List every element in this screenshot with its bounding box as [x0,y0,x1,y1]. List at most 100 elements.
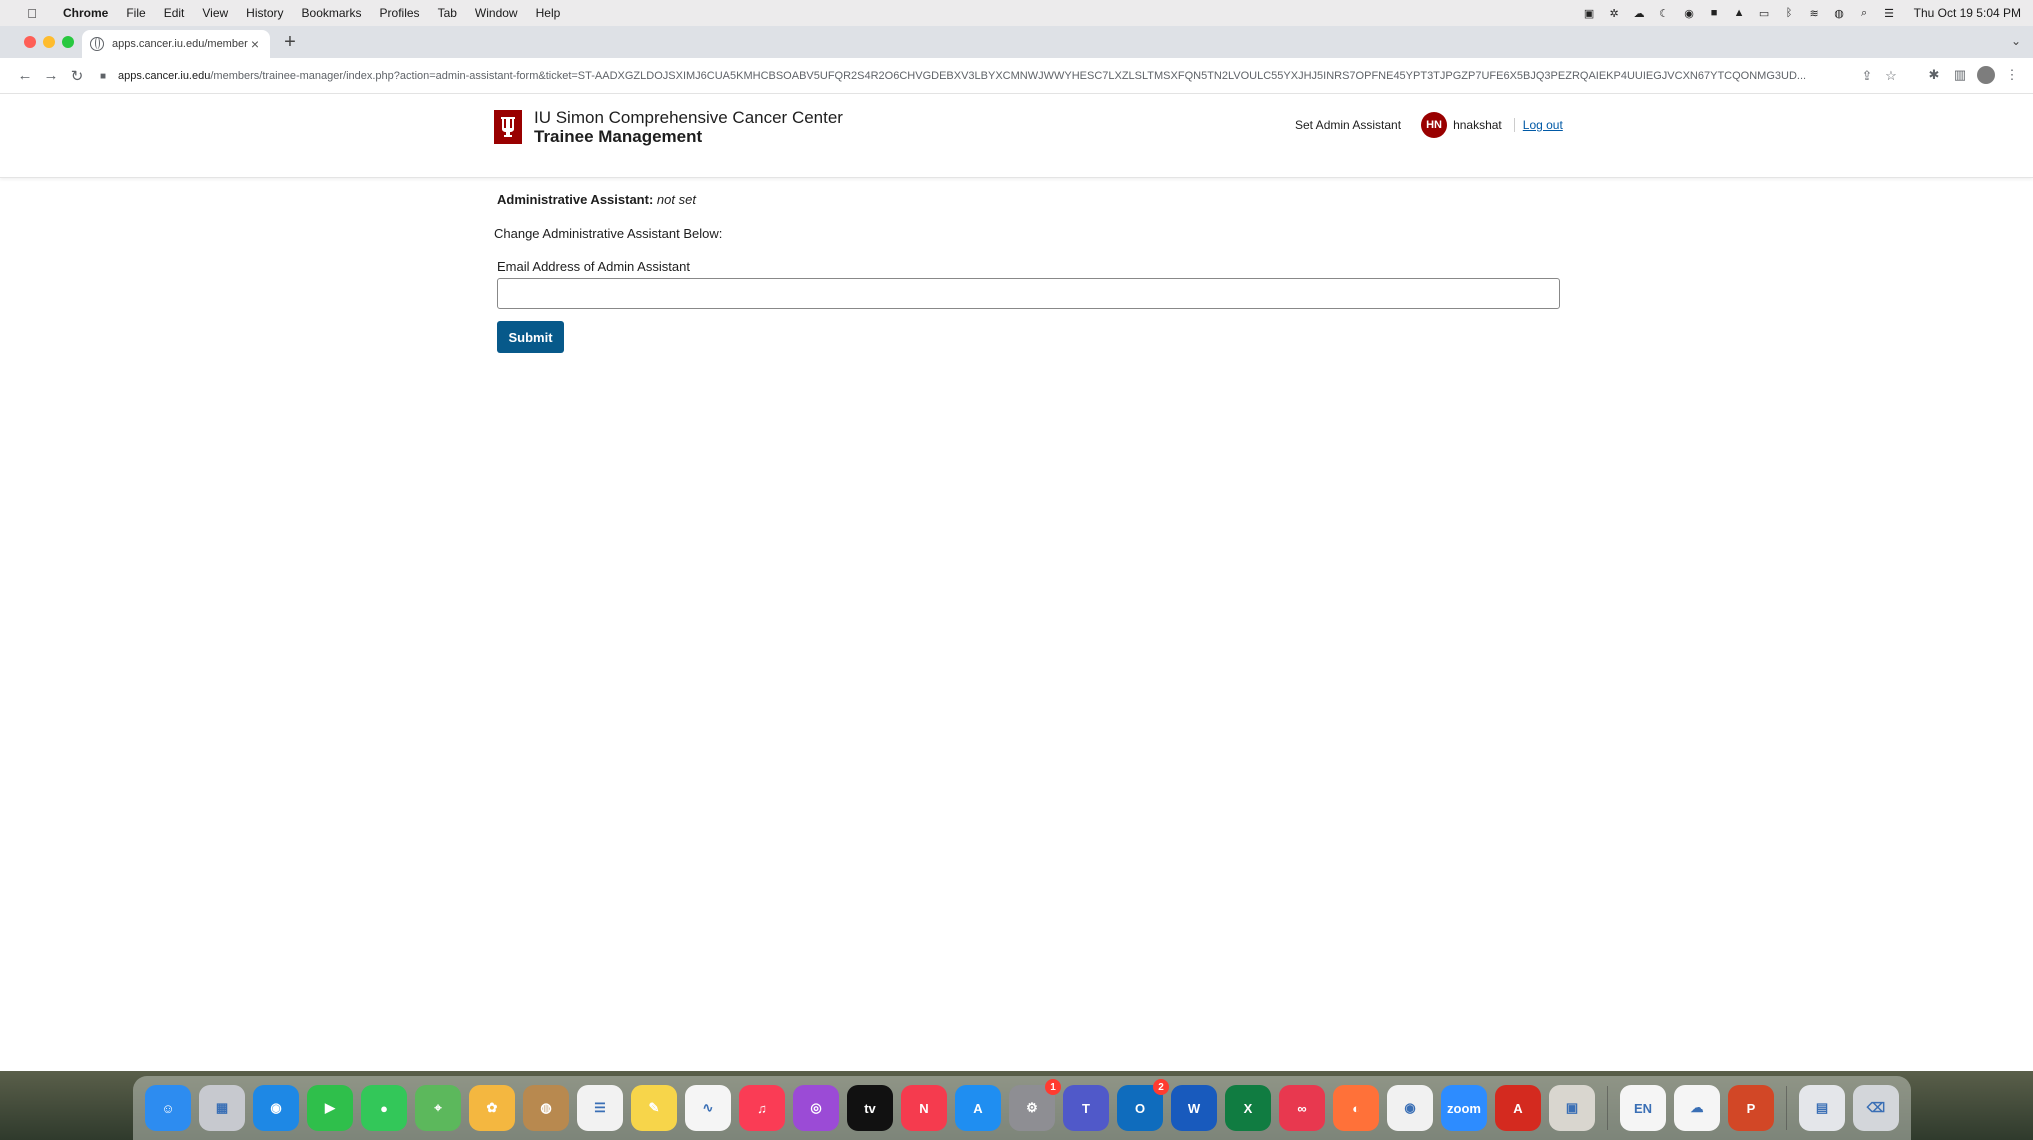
tab-title: apps.cancer.iu.edu/members/ [112,38,248,50]
control-center-icon[interactable]: ☰ [1882,7,1897,20]
close-tab-icon[interactable]: × [248,36,262,52]
maps-icon[interactable]: ⌖ [415,1085,461,1131]
zoom-icon[interactable]: zoom [1441,1085,1487,1131]
org-name: IU Simon Comprehensive Cancer Center [534,108,843,127]
toolbar-actions: ✱ ▥ ⋮ [1921,66,2025,84]
podcasts-icon[interactable]: ◎ [793,1085,839,1131]
vpn-status-icon[interactable]: ◉ [1682,7,1697,20]
system-settings-icon[interactable]: ⚙ 1 [1009,1079,1061,1131]
web-page: IU Simon Comprehensive Cancer Center Tra… [0,94,2033,1071]
messages-icon[interactable]: ● [361,1085,407,1131]
apple-tv-icon[interactable]: tv [847,1085,893,1131]
facetime-icon[interactable]: ▶ [307,1085,353,1131]
menubar-clock[interactable]: Thu Oct 19 5:04 PM [1914,6,2021,20]
extensions-puzzle-icon[interactable]: ✱ [1921,67,1947,83]
browser-window: apps.cancer.iu.edu/members/ × + ⌄ ← → ↻ … [0,26,2033,1071]
tab-active[interactable]: apps.cancer.iu.edu/members/ × [82,30,270,58]
submit-button[interactable]: Submit [497,321,564,353]
downloads-stack-icon[interactable]: ▤ [1799,1085,1845,1131]
creative-cloud-status-icon[interactable]: ☁ [1632,7,1647,20]
launchpad-icon[interactable]: ▦ [199,1085,245,1131]
status-area: ▣ ✲ ☁ ☾ ◉ ■ ▲ ▭ ᛒ ≋ ◍ ⌕ ☰ Thu Oct 19 5:0… [1577,6,2033,20]
trash-icon[interactable]: ⌫ [1853,1085,1899,1131]
tab-search-chevron-icon[interactable]: ⌄ [2011,34,2021,48]
address-bar[interactable]: ■ apps.cancer.iu.edu /members/trainee-ma… [96,64,1903,88]
notes-icon[interactable]: ✎ [631,1085,677,1131]
browser-toolbar: ← → ↻ ■ apps.cancer.iu.edu /members/trai… [0,58,2033,94]
menu-profiles[interactable]: Profiles [371,6,429,20]
menu-bookmarks[interactable]: Bookmarks [293,6,371,20]
minimize-window-button[interactable] [43,36,55,48]
share-icon[interactable]: ⇪ [1855,68,1879,84]
keyboard-status-icon[interactable]: ▭ [1757,7,1772,20]
menu-bar:  Chrome File Edit View History Bookmark… [0,0,2033,26]
url-host: apps.cancer.iu.edu [118,70,211,82]
trident-glyph [501,117,515,137]
profile-avatar-icon[interactable] [1977,66,1995,84]
excel-icon[interactable]: X [1225,1085,1271,1131]
acrobat-icon[interactable]: A [1495,1085,1541,1131]
back-button[interactable]: ← [12,67,38,84]
change-instructions: Change Administrative Assistant Below: [494,226,723,241]
reminders-icon[interactable]: ☰ [577,1085,623,1131]
apple-menu-icon[interactable]:  [24,6,40,21]
outlook-icon[interactable]: O2 [1117,1079,1169,1131]
admin-assistant-status: Administrative Assistant: not set [497,192,1560,207]
status-label: Administrative Assistant: [497,192,654,207]
firefox-icon[interactable]: ◐ [1333,1085,1379,1131]
new-tab-button[interactable]: + [280,32,300,52]
news-icon[interactable]: N [901,1085,947,1131]
menu-help[interactable]: Help [527,6,570,20]
chrome-menu-icon[interactable]: ⋮ [1999,67,2025,83]
creative-cloud-icon[interactable]: ∞ [1279,1085,1325,1131]
menu-edit[interactable]: Edit [155,6,194,20]
fullscreen-window-button[interactable] [62,36,74,48]
onedrive-icon[interactable]: ☁ [1674,1085,1720,1131]
contacts-icon[interactable]: ◍ [523,1085,569,1131]
bookmark-star-icon[interactable]: ☆ [1879,68,1903,84]
teams-icon[interactable]: T [1063,1085,1109,1131]
chatgpt-status-icon[interactable]: ✲ [1607,7,1622,20]
lock-icon[interactable]: ■ [96,71,110,82]
menu-file[interactable]: File [117,6,154,20]
notification-badge: 1 [1045,1079,1061,1095]
word-icon[interactable]: W [1171,1085,1217,1131]
menu-view[interactable]: View [193,6,237,20]
powerpoint-icon[interactable]: P [1728,1085,1774,1131]
status-value: not set [656,192,696,207]
globe-icon [90,37,104,51]
acrobat-status-icon[interactable]: ▲ [1732,7,1747,20]
menu-window[interactable]: Window [466,6,527,20]
finder-icon[interactable]: ☺ [145,1085,191,1131]
tab-strip: apps.cancer.iu.edu/members/ × + ⌄ [0,26,2033,58]
chrome-icon[interactable]: ◉ [1387,1085,1433,1131]
endnote-icon[interactable]: EN [1620,1085,1666,1131]
admin-email-input[interactable] [497,278,1560,309]
email-field-label: Email Address of Admin Assistant [497,259,690,274]
music-icon[interactable]: ♫ [739,1085,785,1131]
night-shift-status-icon[interactable]: ☾ [1657,7,1672,20]
dock-divider [1607,1086,1608,1130]
side-panel-icon[interactable]: ▥ [1947,67,1973,83]
safari-icon[interactable]: ◉ [253,1085,299,1131]
photos-icon[interactable]: ✿ [469,1085,515,1131]
user-status-icon[interactable]: ◍ [1832,7,1847,20]
menu-history[interactable]: History [237,6,292,20]
menu-tab[interactable]: Tab [429,6,466,20]
app-store-icon[interactable]: A [955,1085,1001,1131]
preview-icon[interactable]: ▣ [1549,1085,1595,1131]
spotlight-search-icon[interactable]: ⌕ [1857,7,1872,20]
menu-app-chrome[interactable]: Chrome [54,6,117,20]
forward-button[interactable]: → [38,67,64,84]
logout-link[interactable]: Log out [1523,118,1563,132]
wifi-icon[interactable]: ≋ [1807,7,1822,20]
freeform-icon[interactable]: ∿ [685,1085,731,1131]
set-admin-assistant-link[interactable]: Set Admin Assistant [1295,118,1401,132]
site-brand[interactable]: IU Simon Comprehensive Cancer Center Tra… [494,108,843,146]
bluetooth-icon[interactable]: ᛒ [1782,7,1797,20]
app-status-icon[interactable]: ■ [1707,7,1722,20]
close-window-button[interactable] [24,36,36,48]
user-avatar: HN [1421,112,1448,138]
screenshot-status-icon[interactable]: ▣ [1582,7,1597,20]
reload-button[interactable]: ↻ [64,67,90,85]
